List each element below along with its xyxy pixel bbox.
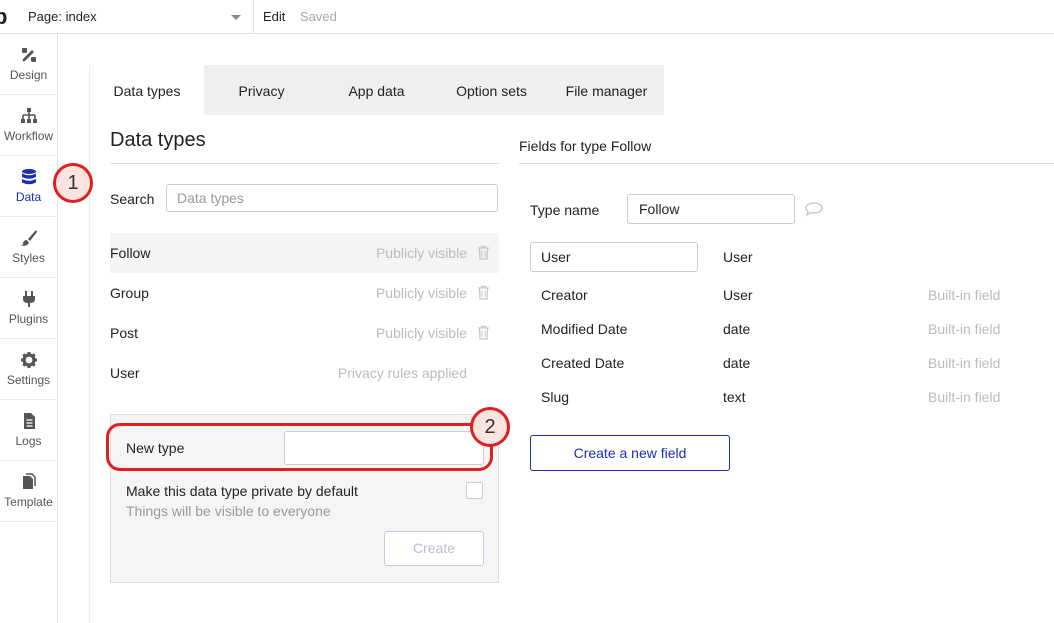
page-selector-label: Page: index	[28, 9, 97, 24]
sidebar-item-label: Settings	[6, 373, 51, 387]
callout-2: 2	[470, 407, 510, 447]
field-type: User	[723, 287, 753, 303]
sidebar-item-label: Template	[4, 495, 53, 509]
divider	[110, 163, 499, 164]
tab-privacy[interactable]: Privacy	[204, 65, 319, 115]
design-pencil-icon	[21, 48, 36, 62]
private-default-label: Make this data type private by default	[126, 483, 358, 499]
data-type-row-user[interactable]: User Privacy rules applied	[110, 353, 499, 393]
data-type-visibility: Privacy rules applied	[337, 365, 467, 381]
field-name: Creator	[541, 287, 588, 303]
edit-menu[interactable]: Edit	[263, 9, 285, 24]
field-name: Slug	[541, 389, 570, 405]
field-name: Created Date	[541, 355, 625, 371]
sidebar-item-logs[interactable]: Logs	[0, 400, 57, 461]
sidebar-item-styles[interactable]: Styles	[0, 217, 57, 278]
create-type-button[interactable]: Create	[384, 531, 484, 566]
field-row-modified-date[interactable]: Modified Date date Built-in field	[530, 321, 1030, 345]
field-row-slug[interactable]: Slug text Built-in field	[530, 389, 1030, 413]
create-new-field-button[interactable]: Create a new field	[530, 435, 730, 471]
sidebar-item-label: Styles	[12, 251, 45, 265]
field-type: date	[723, 321, 751, 337]
sidebar-item-plugins[interactable]: Plugins	[0, 278, 57, 339]
data-type-row-follow[interactable]: Follow Publicly visible	[110, 233, 499, 273]
page-selector[interactable]: Page: index	[20, 0, 254, 33]
tab-app-data[interactable]: App data	[319, 65, 434, 115]
field-name-input-user[interactable]: User	[530, 242, 698, 272]
data-type-row-post[interactable]: Post Publicly visible	[110, 313, 499, 353]
trash-icon[interactable]	[477, 245, 490, 260]
data-types-heading: Data types	[110, 129, 206, 151]
tab-data-types[interactable]: Data types	[90, 65, 204, 115]
private-default-hint: Things will be visible to everyone	[126, 503, 331, 519]
data-type-visibility: Publicly visible	[375, 285, 467, 301]
brush-icon	[20, 230, 37, 246]
document-icon	[23, 413, 35, 429]
built-in-label: Built-in field	[928, 355, 1001, 371]
data-type-name: User	[110, 365, 140, 381]
sidebar-item-design[interactable]: Design	[0, 34, 57, 95]
sidebar-item-label: Workflow	[3, 129, 54, 143]
editor-sidebar: Design Workflow Data Styles Plugins Sett…	[0, 34, 58, 623]
field-name: Modified Date	[541, 321, 628, 337]
data-type-row-group[interactable]: Group Publicly visible	[110, 273, 499, 313]
app-logo[interactable]: b	[0, 4, 20, 30]
workflow-icon	[20, 108, 37, 123]
sidebar-item-template[interactable]: Template	[0, 461, 57, 522]
plug-icon	[22, 291, 35, 307]
search-label: Search	[110, 191, 155, 207]
data-type-name: Follow	[110, 245, 151, 261]
data-panel: Data types Privacy App data Option sets …	[89, 65, 1054, 623]
database-icon	[21, 169, 36, 185]
divider	[519, 163, 1054, 164]
data-type-name: Post	[110, 325, 139, 341]
built-in-label: Built-in field	[928, 321, 1001, 337]
template-icon	[22, 473, 36, 489]
data-type-name: Group	[110, 285, 149, 301]
sidebar-item-label: Data	[15, 190, 42, 204]
type-name-input[interactable]: Follow	[627, 194, 795, 224]
new-type-highlight	[106, 423, 493, 471]
trash-icon[interactable]	[477, 285, 490, 300]
sidebar-item-settings[interactable]: Settings	[0, 339, 57, 400]
tab-option-sets[interactable]: Option sets	[434, 65, 549, 115]
sidebar-item-label: Design	[9, 68, 48, 82]
field-type: date	[723, 355, 751, 371]
sidebar-item-label: Logs	[15, 434, 42, 448]
built-in-label: Built-in field	[928, 389, 1001, 405]
trash-icon[interactable]	[477, 325, 490, 340]
private-default-checkbox[interactable]	[466, 482, 483, 499]
field-type-user[interactable]: User	[723, 249, 753, 265]
data-tabs: Data types Privacy App data Option sets …	[90, 65, 664, 115]
field-row-created-date[interactable]: Created Date date Built-in field	[530, 355, 1030, 379]
chevron-down-icon	[231, 15, 241, 20]
sidebar-item-workflow[interactable]: Workflow	[0, 95, 57, 156]
sidebar-item-label: Plugins	[8, 312, 49, 326]
type-name-label: Type name	[530, 202, 600, 218]
top-bar: b Page: index Edit Saved	[0, 0, 1054, 34]
field-row-creator[interactable]: Creator User Built-in field	[530, 287, 1030, 311]
fields-heading: Fields for type Follow	[519, 138, 652, 154]
field-type: text	[723, 389, 746, 405]
data-type-visibility: Publicly visible	[375, 245, 467, 261]
built-in-label: Built-in field	[928, 287, 1001, 303]
data-type-visibility: Publicly visible	[375, 325, 467, 341]
tab-file-manager[interactable]: File manager	[549, 65, 664, 115]
search-input[interactable]	[166, 184, 498, 212]
gear-icon	[20, 352, 37, 368]
callout-1: 1	[53, 163, 93, 203]
sidebar-item-data[interactable]: Data	[0, 156, 57, 217]
comment-icon[interactable]	[804, 201, 824, 217]
save-status: Saved	[300, 9, 337, 24]
